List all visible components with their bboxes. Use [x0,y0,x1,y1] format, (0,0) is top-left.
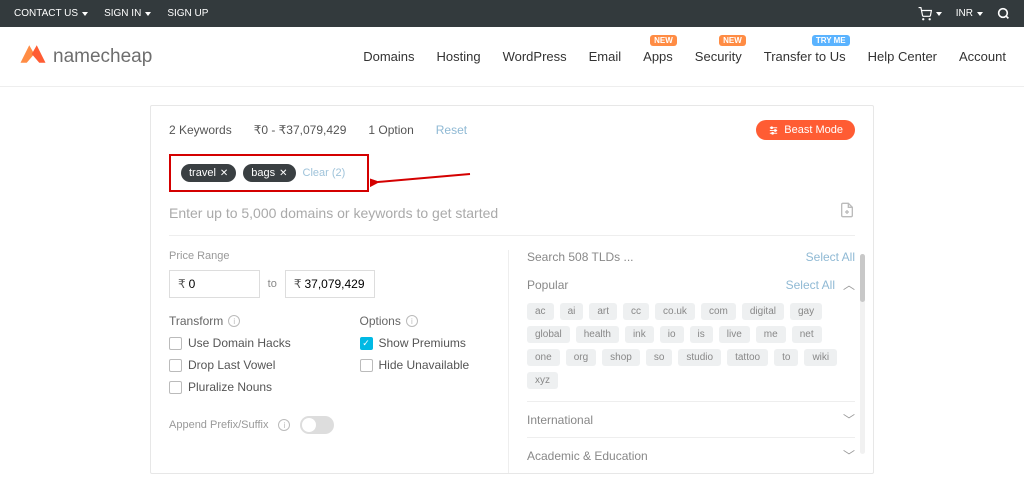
tld-gay[interactable]: gay [790,303,822,320]
popular-label: Popular [527,278,568,292]
option-count: 1 Option [368,123,413,137]
contact-us-link[interactable]: CONTACT US [14,8,88,19]
tld-ai[interactable]: ai [560,303,584,320]
logo[interactable]: namecheap [18,39,152,74]
checkbox-hide-unavailable[interactable]: Hide Unavailable [360,358,491,372]
price-min-field[interactable]: ₹ [169,270,260,298]
caret-down-icon [145,12,151,16]
tag-bags[interactable]: bags✕ [243,164,295,182]
nav-security[interactable]: SecurityNEW [695,49,742,64]
tld-studio[interactable]: studio [678,349,721,366]
search-panel: 2 Keywords ₹0 - ₹37,079,429 1 Option Res… [150,105,874,474]
tld-list: acaiartccco.ukcomdigitalgayglobalhealthi… [527,303,855,389]
nav-transfer-to-us[interactable]: Transfer to UsTRY ME [764,49,846,64]
tld-com[interactable]: com [701,303,736,320]
nav-email[interactable]: Email [589,49,622,64]
nav-domains[interactable]: Domains [363,49,414,64]
tld-digital[interactable]: digital [742,303,784,320]
reset-link[interactable]: Reset [436,123,467,137]
sign-up-link[interactable]: SIGN UP [167,8,208,19]
main-nav: Domains Hosting WordPress Email AppsNEW Secur… [363,49,1006,64]
tld-shop[interactable]: shop [602,349,640,366]
domain-search-input[interactable] [169,205,839,221]
select-all-popular[interactable]: Select All [786,278,835,292]
tld-tattoo[interactable]: tattoo [727,349,768,366]
upload-file-button[interactable] [839,202,855,223]
scrollbar-thumb[interactable] [860,254,865,302]
append-toggle[interactable] [300,416,334,434]
tld-ink[interactable]: ink [625,326,654,343]
chevron-up-icon[interactable]: ︿ [843,276,855,293]
category-international[interactable]: International﹀ [527,401,855,437]
sliders-icon [768,125,779,136]
tld-so[interactable]: so [646,349,673,366]
nav-account[interactable]: Account [959,49,1006,64]
checkbox-show-premiums[interactable]: Show Premiums [360,336,491,350]
tld-global[interactable]: global [527,326,570,343]
sign-in-link[interactable]: SIGN IN [104,8,151,19]
cart-icon [918,7,932,21]
beast-mode-button[interactable]: Beast Mode [756,120,855,140]
nav-hosting[interactable]: Hosting [437,49,481,64]
tld-co-uk[interactable]: co.uk [655,303,695,320]
panel-summary: 2 Keywords ₹0 - ₹37,079,429 1 Option Res… [169,120,855,140]
tld-to[interactable]: to [774,349,798,366]
price-summary: ₹0 - ₹37,079,429 [254,123,347,137]
keywords-count: 2 Keywords [169,123,232,137]
logo-mark-icon [18,39,48,74]
tld-ac[interactable]: ac [527,303,554,320]
tld-search-label[interactable]: Search 508 TLDs ... [527,250,634,264]
tag-travel[interactable]: travel✕ [181,164,236,182]
clear-tags-link[interactable]: Clear (2) [303,167,346,179]
nav-apps[interactable]: AppsNEW [643,49,673,64]
to-label: to [268,278,277,290]
tld-wiki[interactable]: wiki [804,349,837,366]
tld-me[interactable]: me [756,326,786,343]
cart-button[interactable] [918,7,942,21]
chevron-down-icon: ﹀ [843,447,855,464]
caret-down-icon [977,12,983,16]
checkbox-drop-vowel[interactable]: Drop Last Vowel [169,358,300,372]
select-all-link[interactable]: Select All [806,250,855,264]
checkbox-domain-hacks[interactable]: Use Domain Hacks [169,336,300,350]
info-icon[interactable]: i [406,315,418,327]
caret-down-icon [82,12,88,16]
topbar: CONTACT US SIGN IN SIGN UP INR [0,0,1024,27]
tld-live[interactable]: live [719,326,750,343]
search-button[interactable] [997,7,1010,20]
tld-is[interactable]: is [690,326,713,343]
price-range-label: Price Range [169,250,490,262]
logo-text: namecheap [53,46,152,68]
tld-cc[interactable]: cc [623,303,649,320]
currency-select[interactable]: INR [956,8,983,19]
close-icon: ✕ [220,168,228,179]
caret-down-icon [936,12,942,16]
transform-label: Transform [169,314,223,328]
tld-org[interactable]: org [566,349,596,366]
file-plus-icon [839,202,855,218]
category-academic[interactable]: Academic & Education﹀ [527,437,855,473]
options-label: Options [360,314,401,328]
chevron-down-icon: ﹀ [843,411,855,428]
keyword-tags: travel✕ bags✕ Clear (2) [169,154,369,192]
tld-xyz[interactable]: xyz [527,372,558,389]
nav-wordpress[interactable]: WordPress [503,49,567,64]
tld-net[interactable]: net [792,326,822,343]
search-icon [997,7,1010,20]
append-label: Append Prefix/Suffix [169,419,268,431]
scrollbar[interactable] [860,254,865,454]
nav-help-center[interactable]: Help Center [868,49,937,64]
tld-health[interactable]: health [576,326,619,343]
price-max-field[interactable]: ₹ [285,270,376,298]
header: namecheap Domains Hosting WordPress Email Ap… [0,27,1024,87]
tld-art[interactable]: art [589,303,617,320]
info-icon[interactable]: i [278,419,290,431]
checkbox-pluralize[interactable]: Pluralize Nouns [169,380,300,394]
close-icon: ✕ [279,168,287,179]
tld-io[interactable]: io [660,326,684,343]
tld-one[interactable]: one [527,349,560,366]
info-icon[interactable]: i [228,315,240,327]
